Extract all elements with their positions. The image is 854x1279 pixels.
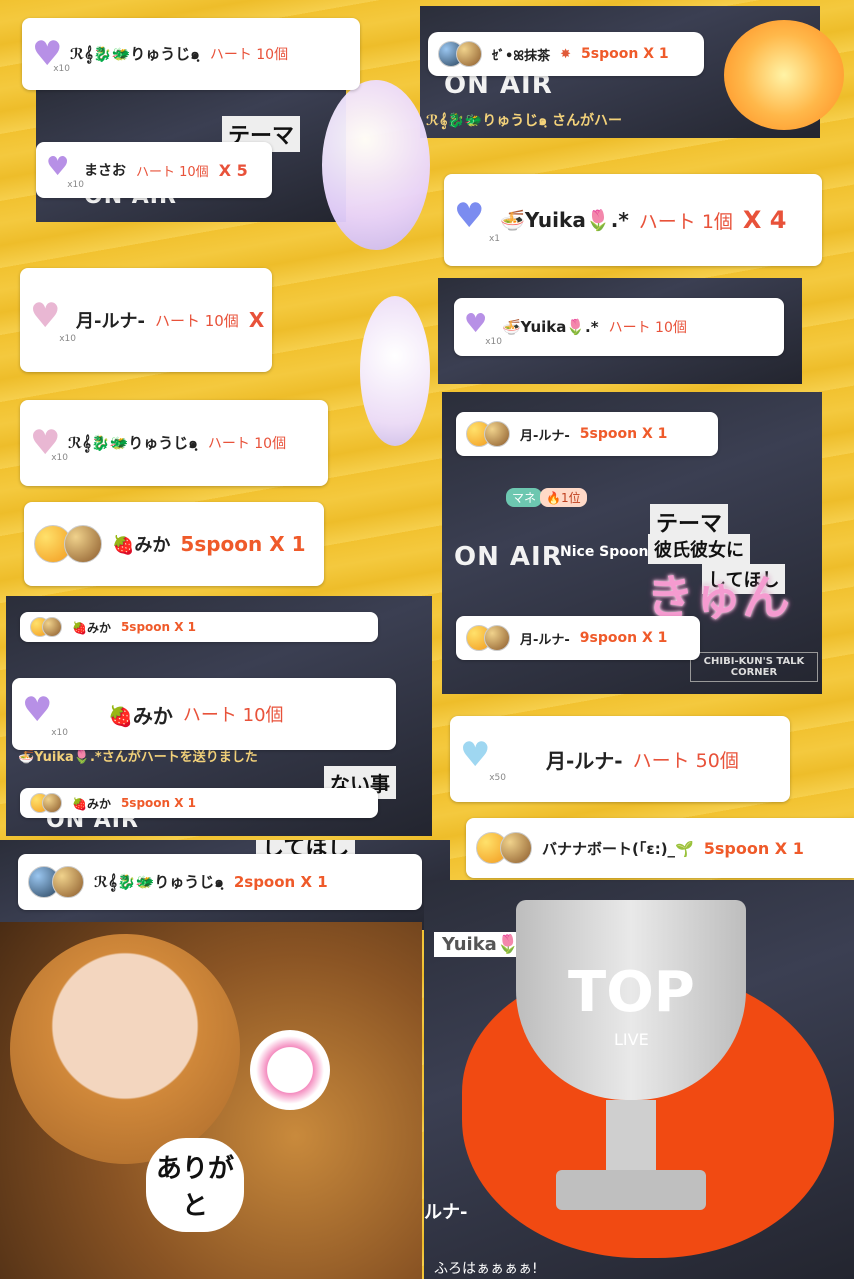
heart-gift-icon: x10 — [464, 309, 502, 347]
gift-card-mika-spoon-small: 🍓みか 5spoon X 1 — [20, 612, 378, 642]
gift-multiplier: X 4 — [742, 206, 787, 234]
sender-name: 月-ルナ- — [76, 311, 145, 332]
chibi-sign: CHIBI-KUN'S TALK CORNER — [690, 652, 818, 682]
gift-card-ryuji-2spoon: ℛ𝄞🐉🐲りゅうじ๑ฺ 2spoon X 1 — [18, 854, 422, 910]
gift-label: ハート 10個 — [154, 311, 239, 330]
onair-sign-mid: ON AIR — [454, 542, 563, 572]
gift-card-mika-spoon-big: 🍓みか 5spoon X 1 — [24, 502, 324, 586]
heart-gift-icon: x10 — [30, 423, 68, 463]
bunny-balloon-icon — [322, 80, 430, 250]
gift-card-luna-9spoon: 月-ルナ- 9spoon X 1 — [456, 616, 700, 660]
gift-label: 5spoon X 1 — [120, 796, 197, 810]
gift-multiplier: X 5 — [248, 308, 272, 332]
sender-name: ℛ𝄞🐉🐲りゅうじ๑ฺ — [68, 434, 198, 452]
bunny-balloon-icon-2 — [360, 296, 430, 446]
heart-gift-icon: x50 — [460, 735, 506, 783]
gift-card-ryuji-hearts: x10 ℛ𝄞🐉🐲りゅうじ๑ฺ ハート 10個 — [22, 18, 360, 90]
gift-label: ハート 10個 — [182, 705, 284, 726]
gift-card-ryuji-hearts-2: x10 ℛ𝄞🐉🐲りゅうじ๑ฺ ハート 10個 — [20, 400, 328, 486]
nice-spoon-label: Nice Spoon — [560, 544, 649, 560]
sender-name: まさお — [84, 163, 126, 179]
gift-label: 5spoon X 1 — [180, 532, 306, 556]
avatar-pair — [28, 866, 84, 898]
gift-label: 9spoon X 1 — [579, 630, 668, 646]
sender-name: 月-ルナ- — [520, 428, 570, 444]
avatar-pair — [466, 625, 510, 651]
tiger-character-art: ありがと — [0, 922, 422, 1279]
gift-card-luna-50hearts: x50 月-ルナ- ハート 50個 — [450, 716, 790, 802]
trophy-top-label: TOP — [568, 960, 695, 1025]
sender-name: 🍓みか — [72, 620, 111, 635]
gift-card-banana-spoon: バナナボート(「ε:)_🌱 5spoon X 1 — [466, 818, 854, 878]
gift-card-yuika-10: x10 🍜Yuika🌷.* ハート 10個 — [454, 298, 784, 356]
arigato-text: ありがと — [146, 1138, 244, 1232]
sender-name: 月-ルナ- — [546, 748, 623, 773]
avatar-pair — [34, 525, 102, 563]
sender-name: ｾﾞ•ꕤ抹茶 — [492, 48, 551, 64]
sender-name: 🍜Yuika🌷.* — [500, 208, 629, 232]
gift-card-yuika-hearts: x1 🍜Yuika🌷.* ハート 1個 X 4 — [444, 174, 822, 266]
gift-label: ハート 10個 — [136, 164, 209, 180]
gift-multiplier: X 5 — [218, 160, 248, 180]
heart-sent-message: ℛ𝄞🐉🐲りゅうじ๑ฺ さんがハー — [426, 113, 623, 129]
gift-label: ハート 50個 — [632, 749, 739, 772]
luna-bottom-label: ルナ- — [424, 1202, 468, 1223]
sender-name: 🍓みか — [72, 796, 111, 811]
gift-label: 5spoon X 1 — [579, 426, 668, 442]
trophy-live-label: LIVE — [614, 1030, 649, 1049]
heart-gift-icon: x10 — [22, 690, 68, 738]
gift-card-mika-hearts: x10 🍓みか ハート 10個 — [12, 678, 396, 750]
trophy-icon: TOP LIVE — [516, 900, 746, 1220]
sender-name: 🍓みか — [108, 703, 173, 728]
gift-label: ハート 10個 — [207, 436, 287, 452]
avatar-pair — [476, 832, 532, 864]
sender-name: ℛ𝄞🐉🐲りゅうじ๑ฺ — [70, 45, 200, 63]
gift-card-masao: x10 まさお ハート 10個 X 5 — [36, 142, 272, 198]
heart-gift-icon: x1 — [454, 196, 500, 244]
bottom-shout: ふろはぁぁぁぁ! — [434, 1261, 538, 1277]
sender-name: 🍜Yuika🌷.* — [502, 318, 599, 336]
spoon-gift-icon: ✸ — [560, 46, 572, 62]
flower-icon — [724, 20, 844, 130]
avatar-pair — [30, 617, 62, 637]
avatar-pair — [30, 793, 62, 813]
sender-name: 🍓みか — [112, 535, 171, 556]
gift-label: 5spoon X 1 — [703, 838, 804, 858]
naruto-swirl-icon — [250, 1030, 330, 1110]
sender-name: 月-ルナ- — [520, 632, 570, 648]
avatar-pair — [466, 421, 510, 447]
gift-label: ハート 10個 — [209, 47, 289, 63]
heart-gift-icon: x10 — [30, 296, 76, 344]
rank-badge: 🔥1位 — [540, 488, 587, 507]
heart-gift-icon: x10 — [32, 34, 70, 74]
sender-name: ℛ𝄞🐉🐲りゅうじ๑ฺ — [94, 873, 224, 891]
gift-card-luna-spoon: 月-ルナ- 5spoon X 1 — [456, 412, 718, 456]
avatar-pair — [438, 41, 482, 67]
heart-gift-icon: x10 — [46, 152, 84, 190]
tiger-character-icon — [10, 934, 240, 1164]
gift-label: ハート 1個 — [638, 210, 733, 233]
mane-badge: マネ — [506, 488, 543, 507]
gift-card-matcha-spoon: ｾﾞ•ꕤ抹茶 ✸ 5spoon X 1 — [428, 32, 704, 76]
gift-label: 5spoon X 1 — [120, 620, 197, 634]
gift-label: 5spoon X 1 — [581, 46, 669, 62]
gift-label: ハート 10個 — [608, 320, 687, 336]
gift-card-mika-spoon-small-2: 🍓みか 5spoon X 1 — [20, 788, 378, 818]
gift-label: 2spoon X 1 — [233, 873, 328, 891]
sender-name: バナナボート(「ε:)_🌱 — [542, 839, 694, 858]
gift-card-luna-hearts: x10 月-ルナ- ハート 10個 X 5 — [20, 268, 272, 372]
